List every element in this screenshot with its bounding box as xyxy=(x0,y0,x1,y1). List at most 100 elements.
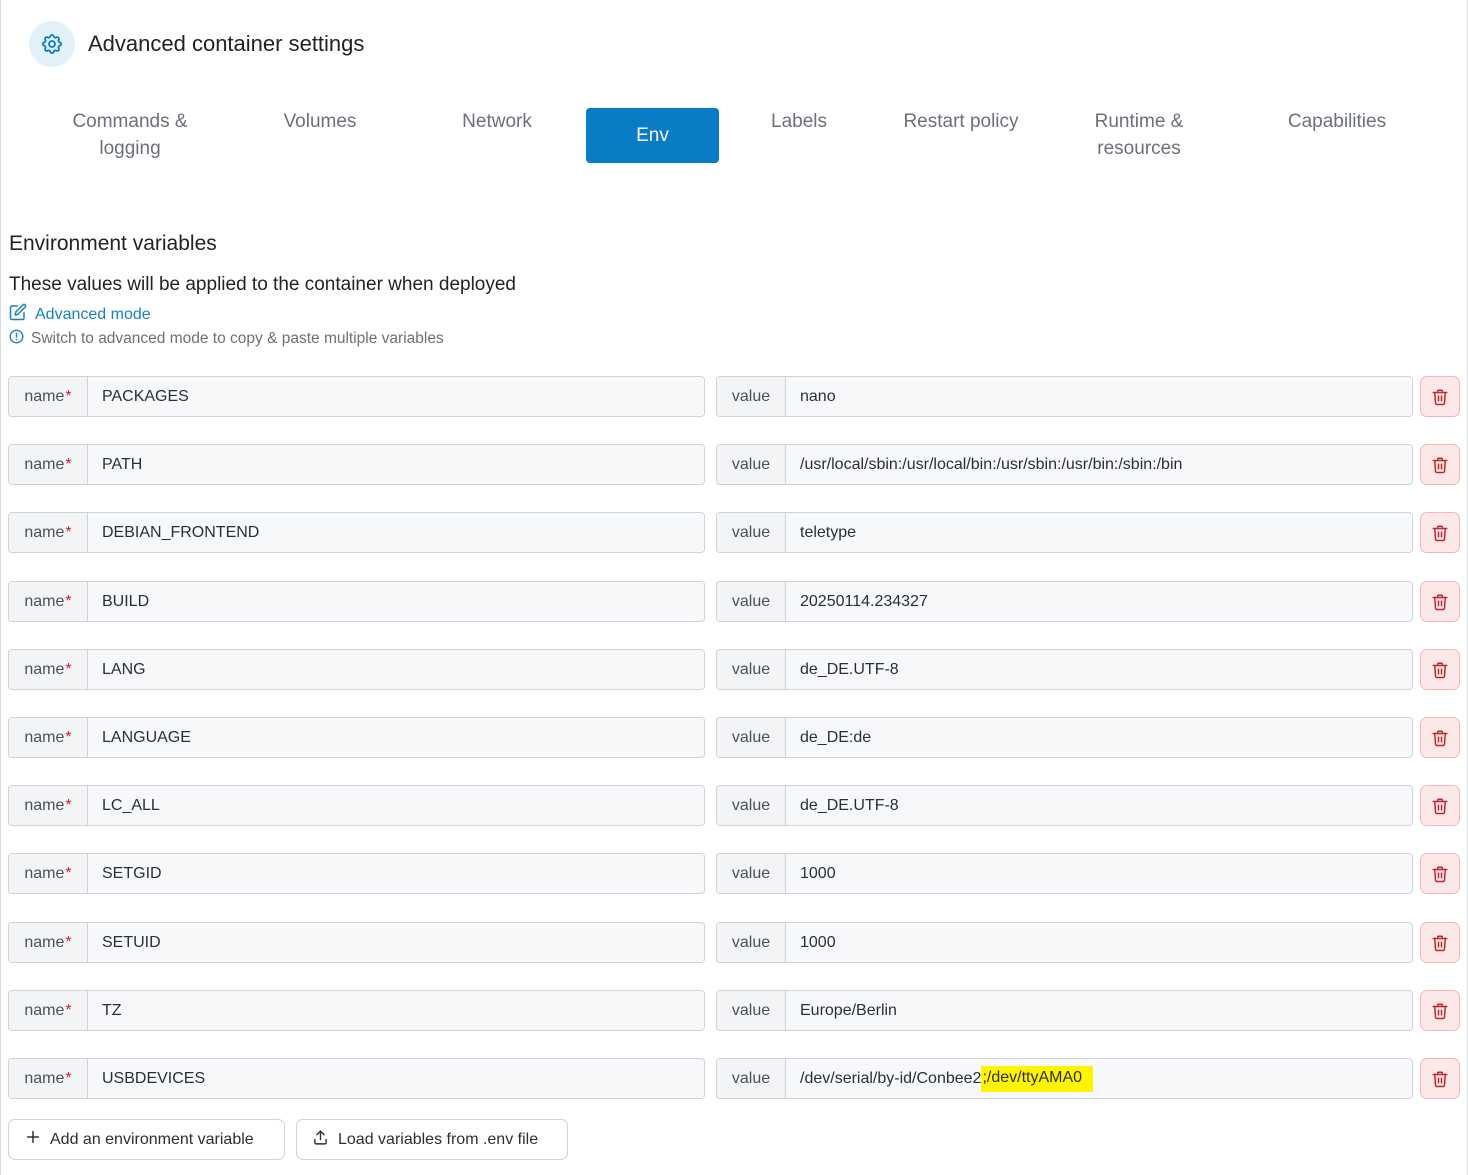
env-name-input[interactable]: BUILD xyxy=(88,582,704,621)
trash-icon xyxy=(1431,1001,1449,1021)
env-value-input[interactable]: de_DE.UTF-8 xyxy=(786,650,1412,689)
tab-commands-logging[interactable]: Commands & logging xyxy=(40,108,220,163)
tab-labels[interactable]: Labels xyxy=(740,94,858,149)
tab-label: Runtime & resources xyxy=(1094,111,1184,159)
value-input-group: value teletype xyxy=(716,512,1413,553)
delete-env-var-button[interactable] xyxy=(1420,376,1460,417)
env-value-input[interactable]: nano xyxy=(786,377,1412,416)
env-value-input[interactable]: Europe/Berlin xyxy=(786,991,1412,1030)
tab-volumes[interactable]: Volumes xyxy=(240,94,400,149)
env-var-row: name * DEBIAN_FRONTEND value teletype xyxy=(8,512,1460,553)
delete-env-var-button[interactable] xyxy=(1420,444,1460,485)
required-marker: * xyxy=(65,455,72,473)
env-var-row: name * SETUID value 1000 xyxy=(8,922,1460,963)
env-name-input[interactable]: LANGUAGE xyxy=(88,718,704,757)
name-label: name xyxy=(24,933,65,951)
tab-runtime-resources[interactable]: Runtime & resources xyxy=(1058,108,1220,163)
value-text: 20250114.234327 xyxy=(800,592,928,610)
delete-env-var-button[interactable] xyxy=(1420,717,1460,758)
value-text: de_DE.UTF-8 xyxy=(800,796,899,814)
tab-label: Labels xyxy=(771,111,827,132)
env-value-input[interactable]: de_DE.UTF-8 xyxy=(786,786,1412,825)
name-input-group: name * PACKAGES xyxy=(8,376,705,417)
advanced-mode-link[interactable]: Advanced mode xyxy=(9,303,151,326)
env-value-input[interactable]: de_DE:de xyxy=(786,718,1412,757)
name-input-group: name * DEBIAN_FRONTEND xyxy=(8,512,705,553)
required-marker: * xyxy=(65,660,72,678)
load-env-file-button[interactable]: Load variables from .env file xyxy=(296,1119,568,1160)
name-addon: name * xyxy=(9,513,88,552)
env-value-input[interactable]: teletype xyxy=(786,513,1412,552)
name-addon: name * xyxy=(9,377,88,416)
name-text: PACKAGES xyxy=(102,387,189,405)
value-addon: value xyxy=(717,923,786,962)
tab-env[interactable]: Env xyxy=(586,108,719,163)
env-name-input[interactable]: LANG xyxy=(88,650,704,689)
delete-env-var-button[interactable] xyxy=(1420,581,1460,622)
value-label: value xyxy=(731,387,771,405)
name-text: PATH xyxy=(102,455,143,473)
trash-icon xyxy=(1431,728,1449,748)
name-input-group: name * PATH xyxy=(8,444,705,485)
value-addon: value xyxy=(717,854,786,893)
name-addon: name * xyxy=(9,786,88,825)
tab-restart-policy[interactable]: Restart policy xyxy=(882,94,1040,149)
delete-env-var-button[interactable] xyxy=(1420,990,1460,1031)
env-name-input[interactable]: USBDEVICES xyxy=(88,1059,704,1098)
name-label: name xyxy=(24,387,65,405)
env-value-input[interactable]: /dev/serial/by-id/Conbee2 ;/dev/ttyAMA0 xyxy=(786,1059,1412,1098)
value-text: Europe/Berlin xyxy=(800,1001,897,1019)
name-addon: name * xyxy=(9,718,88,757)
name-input-group: name * TZ xyxy=(8,990,705,1031)
trash-icon xyxy=(1431,523,1449,543)
required-marker: * xyxy=(65,796,72,814)
env-var-row: name * TZ value Europe/Berlin xyxy=(8,990,1460,1031)
section-description: These values will be applied to the cont… xyxy=(9,274,516,295)
value-input-group: value 20250114.234327 xyxy=(716,581,1413,622)
tab-network[interactable]: Network xyxy=(417,94,577,149)
required-marker: * xyxy=(65,864,72,882)
env-name-input[interactable]: PACKAGES xyxy=(88,377,704,416)
env-name-input[interactable]: SETGID xyxy=(88,854,704,893)
value-label: value xyxy=(731,1069,771,1087)
settings-tabs: Commands & logging Volumes Network Env L… xyxy=(40,108,1440,178)
env-var-row: name * SETGID value 1000 xyxy=(8,853,1460,894)
delete-env-var-button[interactable] xyxy=(1420,649,1460,690)
env-value-input[interactable]: 1000 xyxy=(786,923,1412,962)
env-value-input[interactable]: 1000 xyxy=(786,854,1412,893)
env-var-row: name * LANG value de_DE.UTF-8 xyxy=(8,649,1460,690)
env-name-input[interactable]: PATH xyxy=(88,445,704,484)
name-text: SETUID xyxy=(102,933,161,951)
delete-env-var-button[interactable] xyxy=(1420,853,1460,894)
name-label: name xyxy=(24,1069,65,1087)
value-input-group: value nano xyxy=(716,376,1413,417)
env-name-input[interactable]: SETUID xyxy=(88,923,704,962)
value-addon: value xyxy=(717,1059,786,1098)
value-addon: value xyxy=(717,786,786,825)
delete-env-var-button[interactable] xyxy=(1420,785,1460,826)
tab-label: Commands & logging xyxy=(72,111,188,159)
delete-env-var-button[interactable] xyxy=(1420,512,1460,553)
name-label: name xyxy=(24,523,65,541)
trash-icon xyxy=(1431,933,1449,953)
env-name-input[interactable]: LC_ALL xyxy=(88,786,704,825)
name-text: LC_ALL xyxy=(102,796,160,814)
value-text: teletype xyxy=(800,523,857,541)
value-input-group: value de_DE.UTF-8 xyxy=(716,785,1413,826)
add-env-variable-button[interactable]: Add an environment variable xyxy=(8,1119,285,1160)
env-var-row: name * PATH value/usr/local/sbin:/usr/local… xyxy=(8,444,1460,485)
name-label: name xyxy=(24,1001,65,1019)
trash-icon xyxy=(1431,387,1449,407)
value-input-group: value Europe/Berlin xyxy=(716,990,1413,1031)
env-name-input[interactable]: TZ xyxy=(88,991,704,1030)
tab-capabilities[interactable]: Capabilities xyxy=(1258,94,1416,149)
env-value-input[interactable]: 20250114.234327 xyxy=(786,582,1412,621)
value-input-group: value de_DE:de xyxy=(716,717,1413,758)
delete-env-var-button[interactable] xyxy=(1420,922,1460,963)
delete-env-var-button[interactable] xyxy=(1420,1058,1460,1099)
name-input-group: name * BUILD xyxy=(8,581,705,622)
env-value-input[interactable]: /usr/local/sbin:/usr/local/bin:/usr/sbin… xyxy=(786,445,1412,484)
name-text: LANG xyxy=(102,660,146,678)
env-name-input[interactable]: DEBIAN_FRONTEND xyxy=(88,513,704,552)
trash-icon xyxy=(1431,1069,1449,1089)
